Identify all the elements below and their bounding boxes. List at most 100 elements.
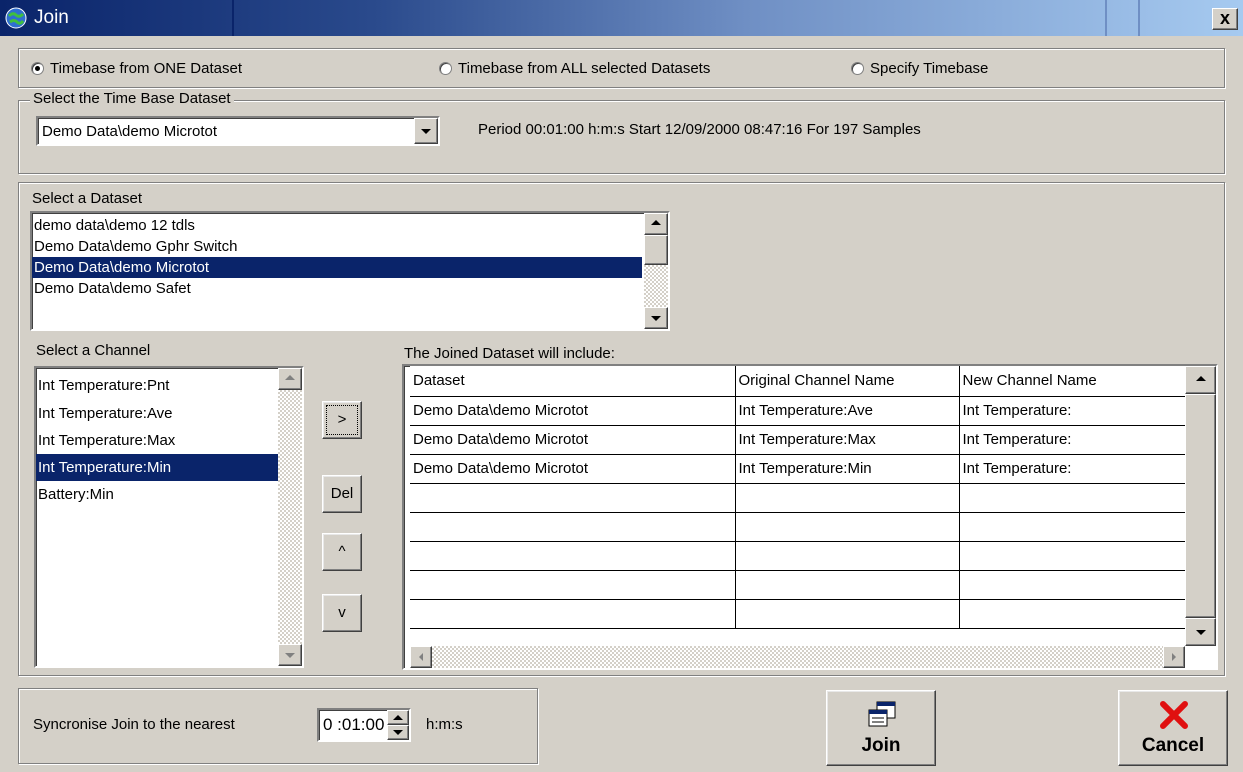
list-item-selected[interactable]: Demo Data\demo Microtot <box>32 257 642 278</box>
list-item[interactable]: demo data\demo 12 tdls <box>32 215 642 236</box>
radio-label: Timebase from ONE Dataset <box>50 60 243 77</box>
table-cell[interactable]: Int Temperature: <box>959 396 1186 426</box>
table-cell[interactable] <box>410 483 736 513</box>
sync-interval-value: 0 :01:00 <box>323 715 385 734</box>
grid-horizontal-scrollbar[interactable] <box>410 646 1185 668</box>
scroll-down-icon <box>651 316 661 321</box>
dataset-list-label: Select a Dataset <box>32 190 143 207</box>
table-cell[interactable] <box>959 570 1186 600</box>
list-item[interactable]: Int Temperature:Max <box>36 427 278 454</box>
table-cell[interactable] <box>735 541 960 571</box>
scroll-down-button[interactable] <box>278 644 302 666</box>
table-cell[interactable]: Int Temperature:Ave <box>735 396 960 426</box>
list-item-selected[interactable]: Int Temperature:Min <box>36 454 278 481</box>
table-row[interactable] <box>410 512 1186 542</box>
scroll-thumb[interactable] <box>1185 394 1216 618</box>
radio-timebase-all[interactable]: Timebase from ALL selected Datasets <box>439 60 710 77</box>
move-down-button[interactable]: v <box>322 594 362 632</box>
scroll-up-button[interactable] <box>644 213 668 235</box>
move-up-button[interactable]: ^ <box>322 533 362 571</box>
spin-up-icon <box>393 715 403 720</box>
grid-vertical-scrollbar[interactable] <box>1185 366 1216 646</box>
table-cell[interactable]: Int Temperature: <box>959 454 1186 484</box>
table-cell[interactable]: Int Temperature: <box>959 425 1186 455</box>
column-header[interactable]: New Channel Name <box>959 366 1186 397</box>
table-cell[interactable] <box>735 483 960 513</box>
list-item[interactable]: Int Temperature:Ave <box>36 400 278 427</box>
timebase-dataset-legend: Select the Time Base Dataset <box>30 90 234 107</box>
list-item[interactable]: Demo Data\demo Gphr Switch <box>32 236 642 257</box>
table-row[interactable] <box>410 483 1186 513</box>
add-channel-button[interactable]: > <box>322 401 362 439</box>
sync-interval-spinner[interactable]: 0 :01:00 <box>317 708 411 742</box>
title-divider <box>1105 0 1107 36</box>
table-cell[interactable] <box>735 512 960 542</box>
list-item[interactable]: Int Temperature:Pnt <box>36 372 278 400</box>
table-cell[interactable] <box>410 599 736 629</box>
table-row[interactable] <box>410 541 1186 571</box>
table-cell[interactable] <box>959 483 1186 513</box>
cancel-button[interactable]: Cancel <box>1118 690 1228 766</box>
window-title: Join <box>34 7 69 28</box>
table-row[interactable]: Demo Data\demo Microtot Int Temperature:A… <box>410 396 1186 426</box>
table-cell[interactable]: Demo Data\demo Microtot <box>410 454 736 484</box>
table-cell[interactable]: Demo Data\demo Microtot <box>410 425 736 455</box>
join-label: Join <box>861 735 901 756</box>
scroll-up-button[interactable] <box>1185 366 1216 394</box>
spin-up-button[interactable] <box>387 710 409 725</box>
radio-timebase-one[interactable]: Timebase from ONE Dataset <box>31 60 242 77</box>
spin-down-button[interactable] <box>387 725 409 740</box>
timebase-options-panel: Timebase from ONE Dataset Timebase from … <box>18 48 1225 88</box>
scroll-down-icon <box>1195 630 1206 635</box>
timebase-dataset-select[interactable]: Demo Data\demo Microtot <box>36 116 440 146</box>
dataset-list[interactable]: demo data\demo 12 tdls Demo Data\demo Gp… <box>30 211 670 331</box>
table-cell[interactable]: Demo Data\demo Microtot <box>410 396 736 426</box>
scroll-left-button[interactable] <box>410 646 432 668</box>
table-row[interactable]: Demo Data\demo Microtot Int Temperature:M… <box>410 425 1186 455</box>
table-cell[interactable] <box>410 570 736 600</box>
timebase-info: Period 00:01:00 h:m:s Start 12/09/2000 0… <box>478 121 921 138</box>
table-cell[interactable] <box>959 541 1186 571</box>
channel-list[interactable]: Int Temperature:Pnt Int Temperature:Ave … <box>34 366 304 668</box>
radio-specify-timebase[interactable]: Specify Timebase <box>851 60 988 77</box>
table-cell[interactable] <box>959 599 1186 629</box>
dropdown-button[interactable] <box>414 118 438 144</box>
column-header[interactable]: Dataset <box>410 366 736 397</box>
table-cell[interactable] <box>959 512 1186 542</box>
close-button[interactable]: x <box>1212 8 1238 30</box>
scroll-thumb[interactable] <box>644 235 668 265</box>
table-row[interactable] <box>410 570 1186 600</box>
cancel-label: Cancel <box>1141 735 1205 756</box>
table-cell[interactable] <box>410 541 736 571</box>
table-cell[interactable] <box>735 570 960 600</box>
joined-table: Dataset Original Channel Name New Channe… <box>410 366 1186 629</box>
radio-button[interactable] <box>851 62 864 75</box>
list-item[interactable]: Battery:Min <box>36 481 278 508</box>
delete-channel-button[interactable]: Del <box>322 475 362 513</box>
table-row[interactable] <box>410 599 1186 629</box>
radio-label: Timebase from ALL selected Datasets <box>458 60 711 77</box>
scroll-down-button[interactable] <box>644 307 668 329</box>
table-cell[interactable] <box>735 599 960 629</box>
scroll-down-button[interactable] <box>1185 618 1216 646</box>
scroll-up-button[interactable] <box>278 368 302 390</box>
cancel-x-icon <box>1160 701 1188 729</box>
join-windows-icon <box>868 701 896 727</box>
scroll-right-button[interactable] <box>1163 646 1185 668</box>
list-item[interactable]: Demo Data\demo Safet <box>32 278 642 299</box>
table-row[interactable]: Demo Data\demo Microtot Int Temperature:M… <box>410 454 1186 484</box>
dataset-list-scrollbar[interactable] <box>644 213 668 329</box>
table-cell[interactable]: Int Temperature:Max <box>735 425 960 455</box>
radio-button[interactable] <box>439 62 452 75</box>
table-cell[interactable]: Int Temperature:Min <box>735 454 960 484</box>
joined-dataset-grid[interactable]: Dataset Original Channel Name New Channe… <box>402 364 1218 670</box>
title-divider <box>1138 0 1140 36</box>
column-header[interactable]: Original Channel Name <box>735 366 960 397</box>
table-cell[interactable] <box>410 512 736 542</box>
radio-button-selected[interactable] <box>31 62 44 75</box>
channel-list-scrollbar[interactable] <box>278 368 302 666</box>
title-bar: Join x <box>0 0 1243 36</box>
joined-dataset-label: The Joined Dataset will include: <box>404 345 615 362</box>
join-button[interactable]: Join <box>826 690 936 766</box>
scroll-right-icon <box>1172 653 1176 661</box>
